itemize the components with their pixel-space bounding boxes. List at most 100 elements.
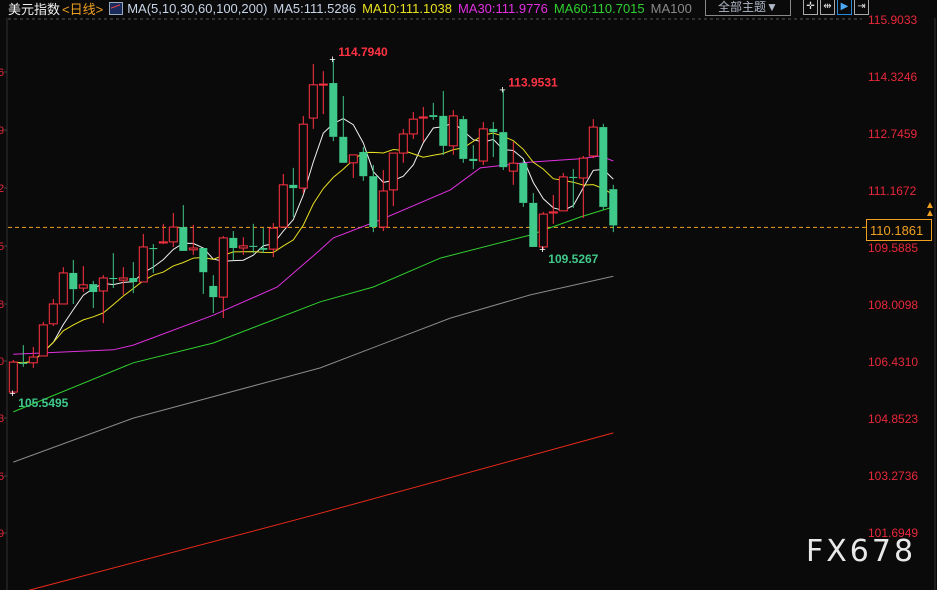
candle-down [249,245,258,247]
candle-down [179,227,188,251]
candle-down [129,277,138,282]
candle-down [599,127,608,207]
candle-down [329,83,338,137]
candle-down [69,272,78,290]
extreme-marker-icon: + [499,84,505,96]
candle-down [259,248,268,250]
extreme-marker-icon: + [329,54,335,66]
candle-up [78,284,88,289]
right-axis-label: 109.5885 [868,241,918,255]
period-selector[interactable]: <日线> [62,0,103,18]
left-axis-label: 6 [0,67,4,79]
candle-down [149,248,158,250]
candle-up [378,190,388,228]
left-axis-label: 8 [0,299,4,311]
ma100-value: MA100 [650,0,692,16]
left-axis-label: 2 [0,183,4,195]
candle-up [348,154,358,164]
candle-up [268,227,278,250]
left-axis-label: 5 [0,241,4,253]
ma30-value: MA30:111.9776 [457,0,548,16]
extreme-price-label: 109.5267 [548,252,598,266]
jump-end-icon[interactable]: ⇥ [854,0,869,15]
indicator-chart-icon[interactable] [109,1,124,15]
candle-up [238,245,248,249]
candle-up [218,237,228,298]
candle-down [609,189,618,226]
candle-up [398,133,408,154]
scroll-up-arrow-icon[interactable]: ▲ ▲ [925,201,935,219]
left-axis-label: 3 [0,413,4,425]
candle-down [109,277,118,280]
ma200-line [28,432,614,590]
instrument-title: 美元指数 [8,1,61,17]
watermark-logo: FX678 [806,534,917,569]
right-axis-label: 106.4310 [868,355,918,369]
candle-down [489,128,498,133]
candlestick-chart[interactable]: +114.7940+113.9531+109.5267+105.5495 115… [0,0,937,590]
candle-down [469,158,478,162]
candle-down [209,285,218,298]
candle-up [318,83,328,86]
candle-up [308,84,318,119]
chart-header: 美元指数 <日线> MA(5,10,30,60,100,200) MA5:111… [8,0,698,18]
right-axis-label: 103.2736 [868,469,918,483]
left-axis-label: 9 [0,528,4,540]
candle-up [118,277,128,281]
left-axis-label: 6 [0,471,4,483]
ma60-value: MA60:110.7015 [553,0,645,16]
candle-up [538,213,548,248]
candle-up [138,246,148,283]
ma-params[interactable]: MA(5,10,30,60,100,200) [127,1,267,16]
candle-up [558,176,568,212]
candle-down [429,115,438,117]
candle-up [58,272,68,305]
ma5-line [13,118,614,364]
candle-up [28,356,38,364]
extreme-marker-icon: + [9,388,15,400]
left-axis-label: 0 [0,356,4,368]
candle-up [38,324,48,357]
extreme-price-label: 105.5495 [18,396,68,410]
candle-up [548,211,558,214]
candle-up [388,152,398,191]
right-axis-label: 111.1672 [868,184,917,198]
extreme-marker-icon: + [539,244,545,256]
theme-dropdown-button[interactable]: 全部主题▼ [705,0,791,16]
candle-down [289,184,298,189]
candle-up [48,303,58,325]
right-axis-label: 114.3246 [868,70,917,84]
extreme-price-label: 114.7940 [338,45,388,59]
candle-up [418,116,428,119]
crosshair-icon[interactable]: ✛ [803,0,818,15]
ma5-value: MA5:111.5286 [273,0,357,16]
candle-down [19,362,28,364]
candle-up [278,184,288,228]
candle-up [578,157,588,179]
candle-down [569,176,578,178]
candle-up [98,277,108,292]
candle-up [448,115,458,147]
range-icon[interactable]: ⇹ [820,0,835,15]
right-axis-label: 112.7459 [868,127,917,141]
candle-down [529,202,538,247]
left-axis-label: 9 [0,125,4,137]
extreme-price-label: 113.9531 [508,75,558,89]
candle-up [168,226,178,243]
candle-up [408,118,418,135]
candle-up [508,162,518,172]
play-icon[interactable]: ▶ [837,0,852,15]
candle-down [439,115,448,146]
candle-down [339,136,348,163]
candle-up [298,123,308,189]
candle-down [369,176,378,228]
candle-down [459,119,468,159]
candle-up [188,247,198,251]
candle-down [199,248,208,273]
ma10-value: MA10:111.1038 [362,0,452,16]
candle-up [158,241,168,244]
current-price-label: 110.1861 [866,219,932,241]
candle-down [519,163,528,203]
right-axis-label: 108.0098 [868,298,918,312]
right-axis-label: 104.8523 [868,412,918,426]
